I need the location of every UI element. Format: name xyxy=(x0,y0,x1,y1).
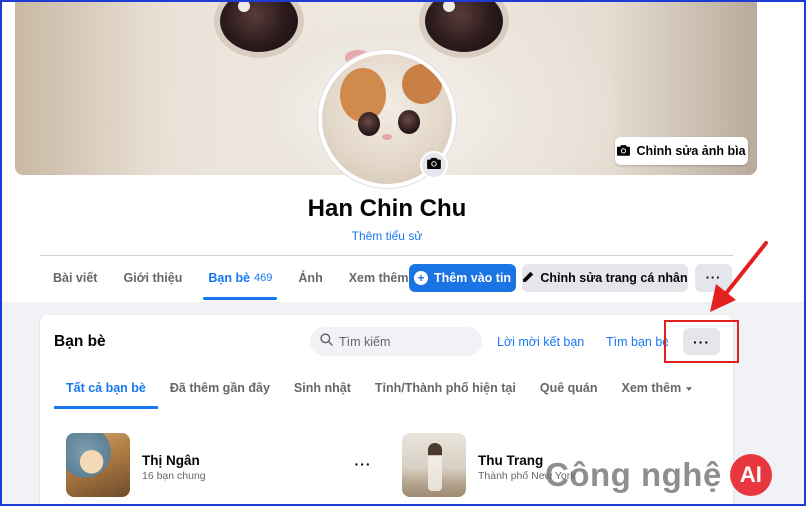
profile-tabs: Bài viết Giới thiệu Bạn bè 469 Ảnh Xem t… xyxy=(40,258,433,300)
add-to-story-button[interactable]: + Thêm vào tin xyxy=(409,264,516,292)
edit-cover-photo-label: Chỉnh sửa ảnh bìa xyxy=(636,144,746,158)
subtab-hometown[interactable]: Quê quán xyxy=(528,367,610,409)
subtab-all-friends[interactable]: Tất cả bạn bè xyxy=(54,367,158,409)
friend-options-button[interactable]: ··· xyxy=(350,451,376,477)
camera-icon xyxy=(427,156,441,174)
friend-avatar[interactable] xyxy=(402,433,466,497)
watermark-text: Công nghệ xyxy=(545,456,722,493)
subtab-current-city[interactable]: Tỉnh/Thành phố hiện tại xyxy=(363,367,528,409)
friend-avatar[interactable] xyxy=(66,433,130,497)
friends-search[interactable] xyxy=(310,327,482,356)
friend-requests-link[interactable]: Lời mời kết bạn xyxy=(497,335,584,349)
profile-name: Han Chin Chu xyxy=(307,195,467,222)
tab-photos[interactable]: Ảnh xyxy=(285,258,335,298)
edit-profile-button[interactable]: Chỉnh sửa trang cá nhân xyxy=(522,264,688,292)
search-input[interactable] xyxy=(339,334,479,349)
friend-card[interactable]: Thị Ngân 16 bạn chung ··· xyxy=(54,433,384,503)
friend-name[interactable]: Thị Ngân xyxy=(142,453,200,468)
friends-section-title: Bạn bè xyxy=(54,333,106,350)
friend-subtitle: 16 bạn chung xyxy=(142,470,206,482)
tab-friends[interactable]: Bạn bè 469 xyxy=(195,258,285,300)
camera-icon xyxy=(617,144,631,159)
friend-name[interactable]: Thu Trang xyxy=(478,453,543,468)
plus-icon: + xyxy=(413,271,428,285)
search-icon xyxy=(320,332,333,351)
add-bio-link[interactable]: Thêm tiểu sử xyxy=(0,229,774,243)
tab-posts[interactable]: Bài viết xyxy=(40,258,110,298)
friends-count: 469 xyxy=(254,272,273,284)
profile-header: Chỉnh sửa ảnh bìa Han Chin Chu Thêm tiểu… xyxy=(0,0,806,302)
watermark-ai-badge: AI xyxy=(729,454,772,496)
edit-cover-photo-button[interactable]: Chỉnh sửa ảnh bìa xyxy=(615,137,748,165)
friends-more-button[interactable]: ··· xyxy=(683,328,720,355)
caret-down-icon xyxy=(686,381,693,395)
pencil-icon xyxy=(522,271,534,286)
subtab-recently-added[interactable]: Đã thêm gần đây xyxy=(158,367,282,409)
find-friends-link[interactable]: Tìm bạn bè xyxy=(606,335,668,349)
subtab-birthdays[interactable]: Sinh nhật xyxy=(282,367,363,409)
watermark: Công nghệ AI xyxy=(545,450,772,500)
tab-about[interactable]: Giới thiệu xyxy=(110,258,195,298)
nav-divider xyxy=(40,255,733,256)
update-avatar-button[interactable] xyxy=(420,151,448,179)
red-arrow-icon xyxy=(710,241,768,312)
subtab-more[interactable]: Xem thêm xyxy=(610,367,705,409)
friends-subtabs: Tất cả bạn bè Đã thêm gần đây Sinh nhật … xyxy=(54,367,704,409)
